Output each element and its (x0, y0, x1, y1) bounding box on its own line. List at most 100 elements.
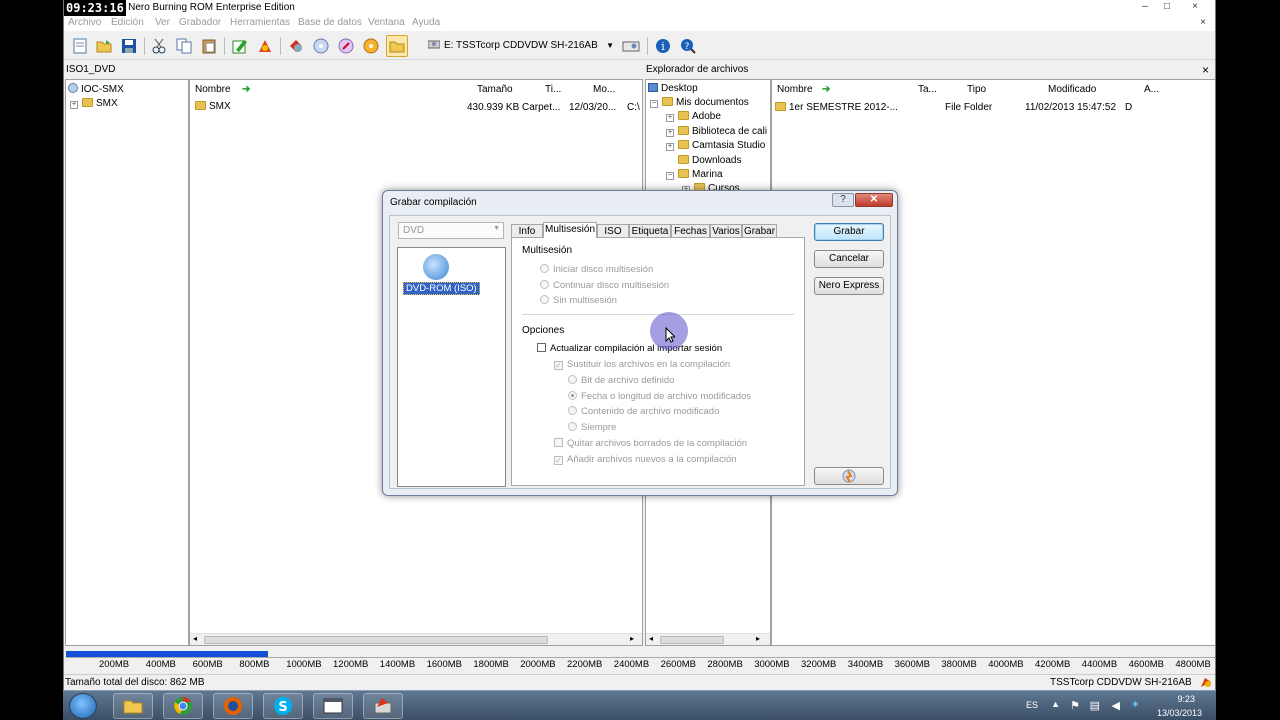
tree-item-camtasia[interactable]: + Camtasia Studio (666, 140, 765, 151)
menu-herramientas[interactable]: Herramientas (230, 17, 290, 28)
tab-iso[interactable]: ISO (597, 224, 629, 238)
column-header-size[interactable]: Ta... (918, 84, 937, 95)
column-header-modified[interactable]: Mo... (593, 84, 615, 95)
column-header-attributes[interactable]: A... (1144, 84, 1159, 95)
close-explorer-button[interactable]: × (1202, 63, 1209, 77)
burn-image-icon[interactable] (254, 35, 276, 57)
radio-button[interactable] (540, 280, 549, 289)
new-icon[interactable] (69, 35, 91, 57)
clock-time[interactable]: 9:23 (1177, 694, 1195, 704)
radio-button[interactable] (568, 422, 577, 431)
tab-varios[interactable]: Varios (710, 224, 742, 238)
tab-info[interactable]: Info (511, 224, 543, 238)
volume-icon[interactable]: ◀ (1112, 699, 1120, 712)
burn-animation-button[interactable] (814, 467, 884, 485)
tree-item-root[interactable]: IOC-SMX (68, 83, 124, 95)
skype-taskbar-icon[interactable]: S (263, 693, 303, 719)
tab-etiqueta[interactable]: Etiqueta (629, 224, 671, 238)
info-icon[interactable]: i (652, 35, 674, 57)
no-multisession-option[interactable]: Sin multisesión (540, 295, 617, 306)
firefox-taskbar-icon[interactable] (213, 693, 253, 719)
menu-edicion[interactable]: Edición (111, 17, 144, 28)
disc-type-select[interactable]: DVD ▼ (398, 222, 504, 239)
column-header-name[interactable]: Nombre (777, 84, 813, 95)
language-indicator[interactable]: ES (1026, 700, 1038, 710)
disc-info-icon[interactable] (310, 35, 332, 57)
dialog-close-button[interactable]: ✕ (855, 193, 893, 207)
menu-ver[interactable]: Ver (155, 17, 170, 28)
start-multisession-option[interactable]: Iniciar disco multisesión (540, 264, 653, 275)
radio-button[interactable] (568, 391, 577, 400)
expand-icon[interactable]: + (666, 114, 674, 122)
erase-disc-icon[interactable] (335, 35, 357, 57)
drive-selector[interactable]: E: TSSTcorp CDDVDW SH-216AB ▼ (424, 36, 616, 54)
bluetooth-icon[interactable]: ✶ (1131, 698, 1140, 711)
file-browser-icon[interactable] (386, 35, 408, 57)
always-option[interactable]: Siempre (568, 422, 616, 433)
close-document-button[interactable]: × (1192, 16, 1214, 30)
tree-item-downloads[interactable]: Downloads (678, 155, 741, 166)
tree-item-adobe[interactable]: + Adobe (666, 111, 721, 122)
menu-grabador[interactable]: Grabador (179, 17, 221, 28)
update-on-import-checkbox[interactable]: Actualizar compilación al importar sesió… (537, 343, 722, 354)
radio-button[interactable] (540, 295, 549, 304)
help-search-icon[interactable]: ? (677, 35, 699, 57)
copy-disc-icon[interactable] (285, 35, 307, 57)
scroll-left-icon[interactable]: ◂ (193, 634, 197, 643)
scroll-left-icon[interactable]: ◂ (649, 634, 653, 643)
tree-item-desktop[interactable]: Desktop (648, 83, 698, 94)
expand-icon[interactable]: + (666, 129, 674, 137)
copy-icon[interactable] (173, 35, 195, 57)
burn-button[interactable]: Grabar (814, 223, 884, 241)
eject-icon[interactable] (360, 35, 382, 57)
checkbox[interactable]: ✓ (554, 361, 563, 370)
tab-multisesion[interactable]: Multisesión (543, 222, 597, 238)
help-button[interactable]: ? (832, 193, 854, 207)
flag-icon[interactable]: ⚑ (1070, 699, 1080, 712)
archive-bit-option[interactable]: Bit de archivo definido (568, 375, 674, 386)
column-header-type[interactable]: Ti... (545, 84, 561, 95)
column-header-modified[interactable]: Modificado (1048, 84, 1096, 95)
window-taskbar-icon[interactable] (313, 693, 353, 719)
dvd-rom-iso-item[interactable]: DVD-ROM (ISO) (403, 282, 480, 295)
menu-ventana[interactable]: Ventana (368, 17, 405, 28)
column-header-name[interactable]: Nombre (195, 84, 231, 95)
collapse-icon[interactable]: − (666, 172, 674, 180)
chrome-taskbar-icon[interactable] (163, 693, 203, 719)
maximize-button[interactable]: □ (1156, 0, 1178, 14)
column-header-size[interactable]: Tamaño (477, 84, 513, 95)
remove-deleted-checkbox[interactable]: Quitar archivos borrados de la compilaci… (554, 438, 747, 449)
nero-express-button[interactable]: Nero Express (814, 277, 884, 295)
radio-button[interactable] (568, 375, 577, 384)
explorer-taskbar-icon[interactable] (113, 693, 153, 719)
paste-icon[interactable] (198, 35, 220, 57)
expand-icon[interactable]: + (70, 101, 78, 109)
menu-archivo[interactable]: Archivo (68, 17, 101, 28)
tree-item-biblioteca[interactable]: + Biblioteca de cali (666, 126, 767, 137)
continue-multisession-option[interactable]: Continuar disco multisesión (540, 280, 669, 291)
tree-item-mis-documentos[interactable]: − Mis documentos (650, 97, 749, 108)
checkbox[interactable] (554, 438, 563, 447)
expand-icon[interactable]: + (666, 143, 674, 151)
horizontal-scrollbar[interactable]: ◂ ▸ (190, 633, 642, 645)
tree-item-smx[interactable]: + SMX (70, 98, 118, 109)
scroll-right-icon[interactable]: ▸ (756, 634, 760, 643)
radio-button[interactable] (540, 264, 549, 273)
save-icon[interactable] (118, 35, 140, 57)
menu-base-de-datos[interactable]: Base de datos (298, 17, 362, 28)
replace-files-checkbox[interactable]: ✓ Sustituir los archivos en la compilació… (554, 359, 730, 370)
scrollbar-thumb[interactable] (660, 636, 724, 644)
cut-icon[interactable] (148, 35, 170, 57)
horizontal-scrollbar[interactable]: ◂ ▸ (646, 633, 770, 645)
date-length-option[interactable]: Fecha o longitud de archivo modificados (568, 391, 751, 402)
radio-button[interactable] (568, 406, 577, 415)
open-icon[interactable] (93, 35, 115, 57)
checkbox[interactable] (537, 343, 546, 352)
add-new-checkbox[interactable]: ✓ Añadir archivos nuevos a la compilación (554, 454, 737, 465)
menu-ayuda[interactable]: Ayuda (412, 17, 440, 28)
minimize-button[interactable]: – (1134, 0, 1156, 14)
nero-taskbar-icon[interactable] (363, 693, 403, 719)
tab-fechas[interactable]: Fechas (671, 224, 710, 238)
show-hidden-icons-icon[interactable]: ▲ (1051, 699, 1060, 709)
column-header-type[interactable]: Tipo (967, 84, 986, 95)
